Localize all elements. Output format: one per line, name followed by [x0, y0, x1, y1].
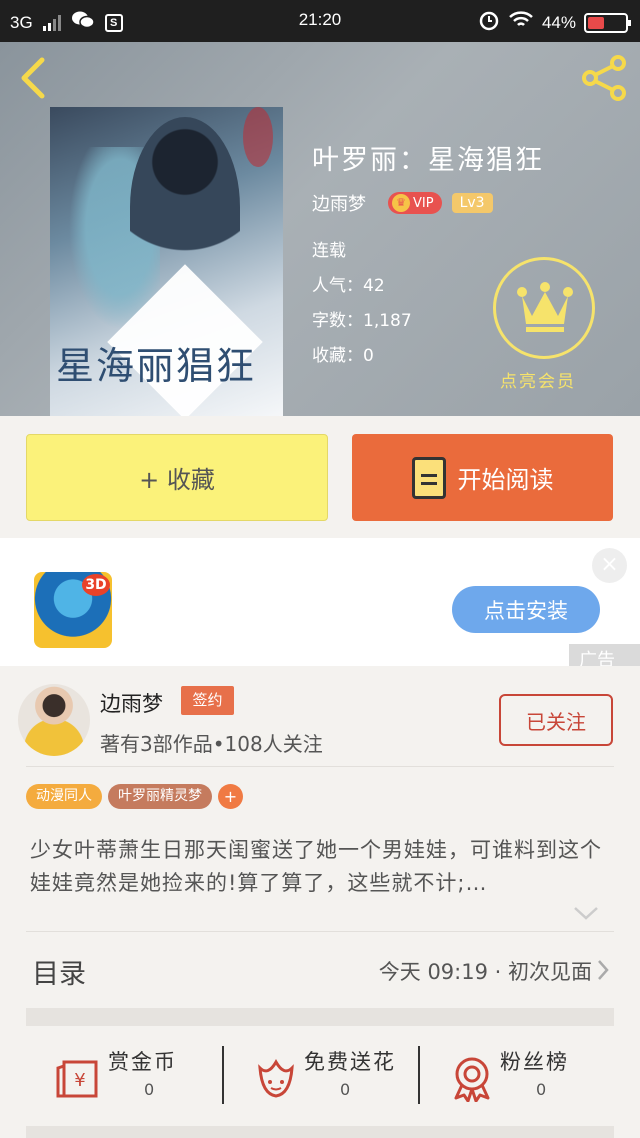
action-bar: + 收藏 开始阅读: [0, 416, 640, 538]
toc-latest-chapter[interactable]: 今天 09:19 · 初次见面: [379, 956, 592, 986]
reward-flowers[interactable]: 免费送花 0: [222, 1026, 418, 1126]
avatar[interactable]: [18, 684, 90, 756]
start-reading-label: 开始阅读: [457, 466, 554, 494]
share-icon: [582, 55, 626, 101]
synopsis[interactable]: 少女叶蒂萧生日那天闺蜜送了她一个男娃娃，可谁料到这个娃娃竟然是她捡来的!算了算了…: [30, 834, 605, 900]
author-name[interactable]: 边雨梦: [100, 688, 163, 718]
ad-banner[interactable]: 3D 点击安装 × 广告: [0, 538, 640, 666]
tag-yeluoli[interactable]: 叶罗丽精灵梦: [108, 784, 212, 809]
reward-coins[interactable]: ¥ 赏金币 0: [26, 1026, 222, 1126]
back-button[interactable]: [16, 56, 52, 100]
cover-title-art: 星海丽猖狂: [56, 344, 257, 388]
favorites-count: 收藏：0: [312, 346, 374, 366]
author-stats: 著有3部作品•108人关注: [100, 732, 323, 756]
rewards-bar: ¥ 赏金币 0 免费送花 0 粉丝榜 0: [26, 1026, 614, 1126]
book-author[interactable]: 边雨梦: [312, 190, 366, 216]
tag-anime[interactable]: 动漫同人: [26, 784, 102, 809]
red-envelope-icon: ¥: [56, 1060, 98, 1098]
medal-icon: [454, 1057, 490, 1102]
book-title: 叶罗丽：星海猖狂: [312, 145, 544, 176]
battery-percent: 44%: [541, 12, 576, 32]
follow-button[interactable]: 已关注: [499, 694, 613, 746]
divider: [26, 766, 614, 767]
book-cover[interactable]: 星海丽猖狂: [50, 107, 283, 416]
member-button[interactable]: [493, 257, 595, 359]
install-button[interactable]: 点击安装: [452, 586, 600, 633]
status-bar: 3G S 21:20 44%: [0, 0, 640, 42]
level-badge: Lv3: [451, 193, 493, 213]
tag-list: 动漫同人 叶罗丽精灵梦 +: [26, 784, 243, 809]
signed-badge: 签约: [181, 686, 234, 715]
svg-text:¥: ¥: [74, 1070, 85, 1091]
wifi-icon: [508, 10, 534, 35]
reward-fans[interactable]: 粉丝榜 0: [418, 1026, 614, 1126]
crown-icon: [517, 282, 573, 332]
section-band: [26, 1008, 614, 1026]
chevron-right-icon[interactable]: [596, 958, 610, 986]
popularity: 人气：42: [312, 276, 385, 296]
flower-icon: [258, 1058, 294, 1098]
word-count: 字数：1,187: [312, 311, 412, 331]
alarm-icon: [478, 9, 500, 36]
add-tag-button[interactable]: +: [218, 784, 243, 809]
crown-icon: ♛: [392, 194, 410, 212]
battery-icon: [584, 12, 631, 33]
divider: [26, 931, 614, 932]
chevron-down-icon[interactable]: [572, 904, 600, 926]
collect-button[interactable]: + 收藏: [26, 434, 328, 521]
member-label: 点亮会员: [500, 372, 576, 392]
book-header: 星海丽猖狂 叶罗丽：星海猖狂 边雨梦 ♛ VIP Lv3 连载 人气：42 字数…: [0, 42, 640, 416]
author-section: 边雨梦 签约 著有3部作品•108人关注 已关注 动漫同人 叶罗丽精灵梦 + 少…: [0, 666, 640, 1138]
ad-label: 广告: [569, 644, 640, 666]
start-reading-button[interactable]: 开始阅读: [352, 434, 613, 521]
close-icon[interactable]: ×: [592, 548, 627, 583]
chevron-left-icon: [21, 57, 45, 99]
share-button[interactable]: [580, 54, 628, 102]
vip-badge: ♛ VIP: [388, 192, 442, 214]
book-icon: [411, 456, 446, 499]
serial-status: 连载: [312, 241, 346, 261]
section-band: [26, 1126, 614, 1138]
toc-title[interactable]: 目录: [32, 952, 86, 991]
game-app-icon[interactable]: 3D: [34, 572, 112, 648]
